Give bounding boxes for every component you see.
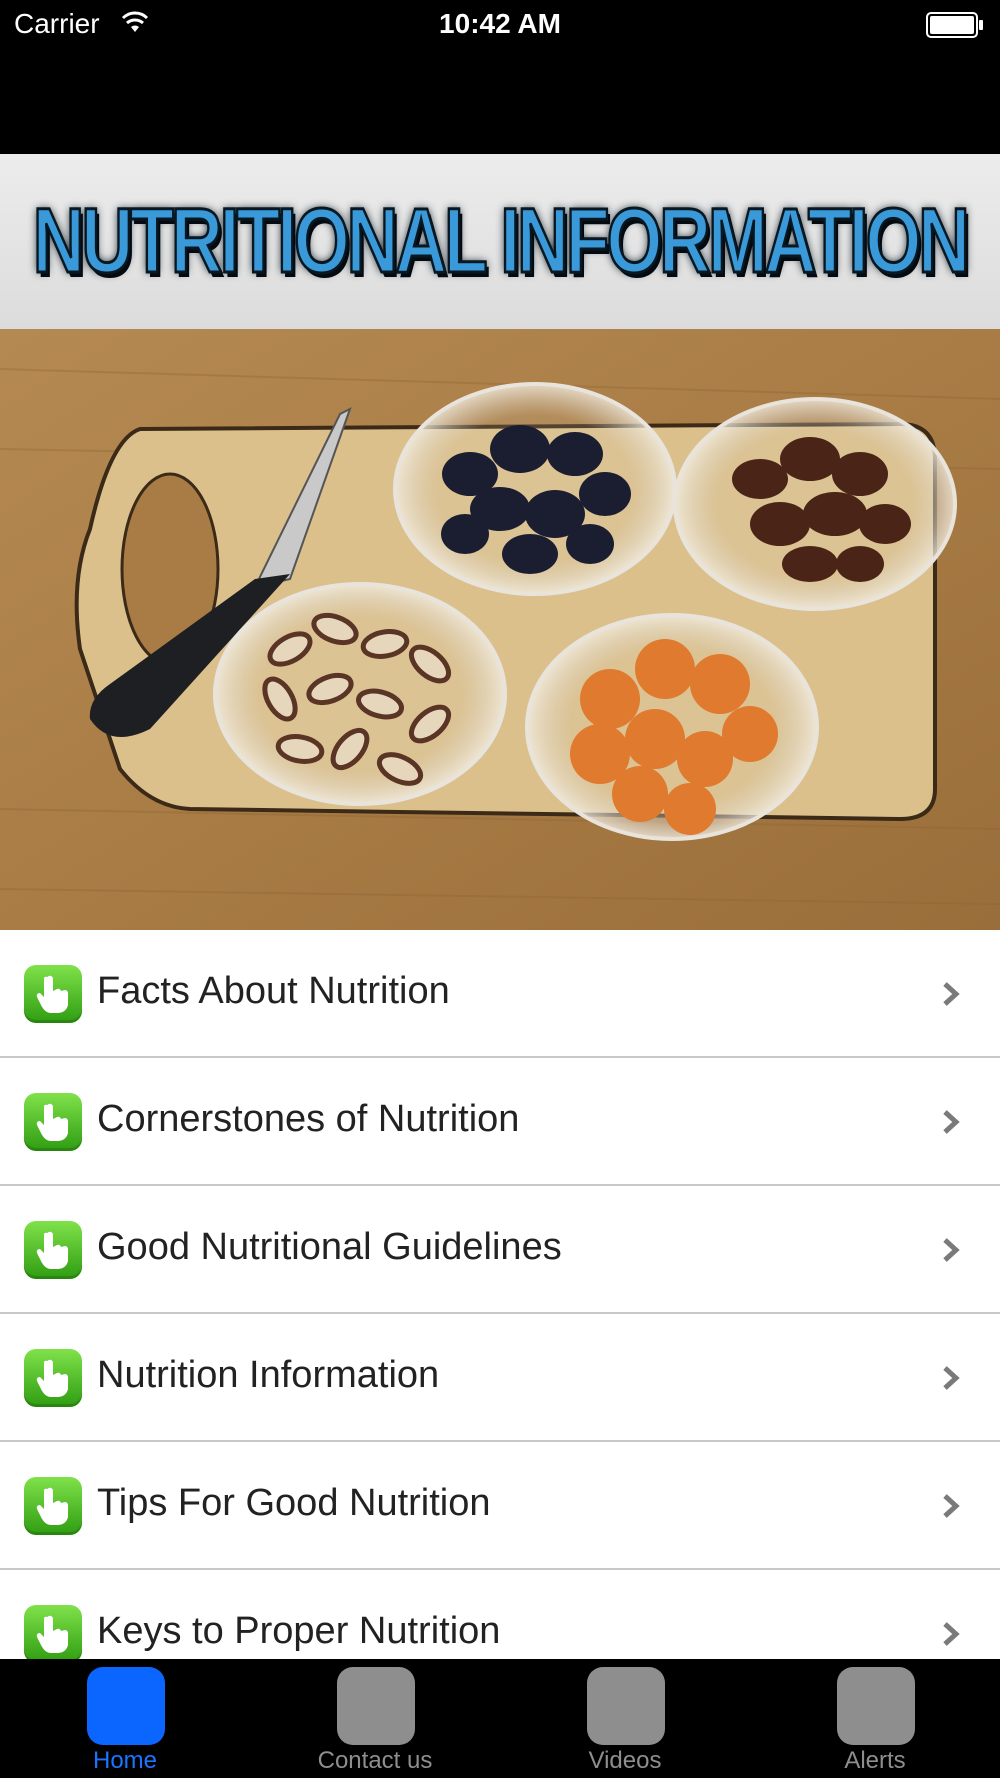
- navigation-spacer: [0, 50, 1000, 154]
- home-tab-icon: [87, 1667, 165, 1745]
- list-item[interactable]: Facts About Nutrition: [0, 930, 1000, 1058]
- chevron-right-icon: [943, 1366, 960, 1390]
- tap-hand-icon: [24, 1477, 82, 1535]
- list-item-label: Keys to Proper Nutrition: [97, 1610, 501, 1652]
- tap-hand-icon: [24, 965, 82, 1023]
- tap-hand-icon: [24, 1605, 82, 1659]
- tab-alerts-label: Alerts: [844, 1747, 906, 1774]
- tab-home[interactable]: Home: [0, 1659, 250, 1778]
- contact-tab-icon: [337, 1667, 415, 1745]
- chevron-right-icon: [943, 1622, 960, 1646]
- alerts-tab-icon: [837, 1667, 915, 1745]
- clock: 10:42 AM: [439, 8, 561, 39]
- tap-hand-icon: [24, 1221, 82, 1279]
- tab-videos[interactable]: Videos: [500, 1659, 750, 1778]
- tap-hand-icon: [24, 1349, 82, 1407]
- list-item-label: Nutrition Information: [97, 1354, 440, 1396]
- chevron-right-icon: [943, 1494, 960, 1518]
- list-item-label: Facts About Nutrition: [97, 970, 450, 1012]
- list-item[interactable]: Keys to Proper Nutrition: [0, 1570, 1000, 1659]
- tab-contact-us-label: Contact us: [317, 1747, 433, 1774]
- tap-hand-icon: [24, 1093, 82, 1151]
- hero-food-image: [0, 329, 1000, 930]
- videos-tab-icon: [587, 1667, 665, 1745]
- header-banner: NUTRITIONAL INFORMATION: [0, 154, 1000, 329]
- list-item[interactable]: Nutrition Information: [0, 1314, 1000, 1442]
- list-item-label: Tips For Good Nutrition: [97, 1482, 491, 1524]
- tab-bar: Home Contact us Videos Alerts: [0, 1659, 1000, 1778]
- tab-home-label: Home: [92, 1747, 158, 1774]
- list-item[interactable]: Tips For Good Nutrition: [0, 1442, 1000, 1570]
- tab-alerts[interactable]: Alerts: [750, 1659, 1000, 1778]
- tab-contact-us[interactable]: Contact us: [250, 1659, 500, 1778]
- menu-list: Facts About Nutrition Cornerstones of Nu…: [0, 930, 1000, 1659]
- list-item[interactable]: Cornerstones of Nutrition: [0, 1058, 1000, 1186]
- chevron-right-icon: [943, 1238, 960, 1262]
- banner-title: NUTRITIONAL INFORMATION: [32, 189, 972, 294]
- list-item-label: Cornerstones of Nutrition: [97, 1098, 520, 1140]
- chevron-right-icon: [943, 982, 960, 1006]
- tab-videos-label: Videos: [588, 1747, 662, 1774]
- battery-icon: [926, 12, 983, 38]
- chevron-right-icon: [943, 1110, 960, 1134]
- list-item-label: Good Nutritional Guidelines: [97, 1226, 562, 1268]
- status-bar: Carrier 10:42 AM: [0, 0, 1000, 50]
- list-item[interactable]: Good Nutritional Guidelines: [0, 1186, 1000, 1314]
